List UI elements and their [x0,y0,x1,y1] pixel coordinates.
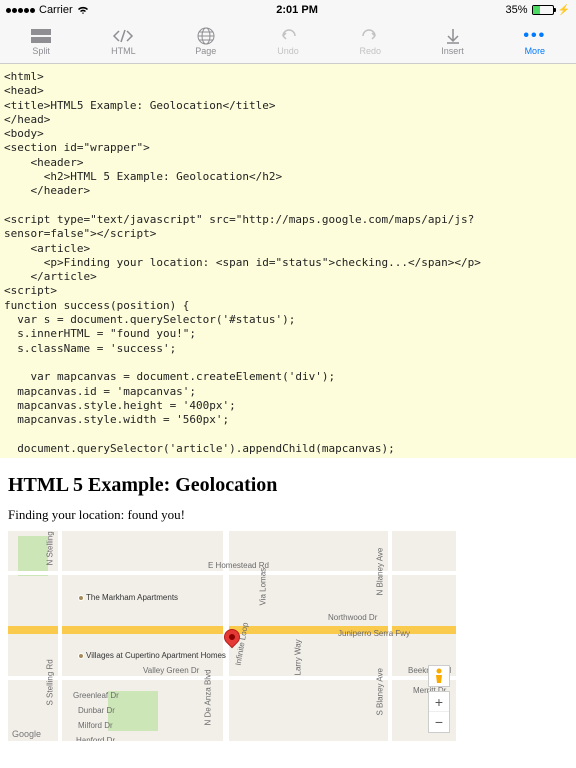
road-label: Juniperro Serra Fwy [338,629,410,638]
wifi-icon [77,6,89,15]
globe-icon [195,27,217,45]
battery-icon [532,5,554,15]
google-logo: Google [12,729,41,739]
road-label: Northwood Dr [328,613,377,622]
more-icon: ••• [524,27,546,45]
redo-button[interactable]: Redo [329,27,411,56]
road-label: N Stelling Rd [46,531,55,566]
map-canvas[interactable]: E Homestead Rd Juniperro Serra Fwy North… [8,531,456,741]
preview-pane: HTML 5 Example: Geolocation Finding your… [0,458,576,749]
status-value: found you! [128,507,185,522]
signal-icon [6,8,35,13]
road-label: S Blaney Ave [376,668,385,715]
code-editor[interactable]: <html> <head> <title>HTML5 Example: Geol… [0,64,576,458]
code-icon [112,27,134,45]
more-button[interactable]: ••• More [494,27,576,56]
split-button[interactable]: Split [0,27,82,56]
toolbar: Split HTML Page Undo Redo Insert ••• Mor… [0,20,576,64]
charging-icon: ⚡ [558,5,570,16]
road-label: Dunbar Dr [78,706,115,715]
battery-percent: 35% [506,4,528,16]
map-pin[interactable] [224,629,240,645]
road-label: Greenleaf Dr [73,691,119,700]
clock: 2:01 PM [276,4,318,16]
undo-button[interactable]: Undo [247,27,329,56]
road-label: Via Lomas [259,568,268,606]
carrier-label: Carrier [39,4,73,16]
html-button[interactable]: HTML [82,27,164,56]
split-icon [30,27,52,45]
road-label: Valley Green Dr [143,666,199,675]
undo-icon [277,27,299,45]
page-button[interactable]: Page [165,27,247,56]
insert-icon [442,27,464,45]
road-label: N Blaney Ave [376,548,385,596]
zoom-controls: + − [428,691,450,733]
redo-icon [359,27,381,45]
status-bar: Carrier 2:01 PM 35% ⚡ [0,0,576,20]
road-label: N De Anza Blvd [204,669,213,725]
road-label: S Stelling Rd [46,659,55,705]
road-label: Hanford Dr [76,736,115,741]
street-view-button[interactable] [428,665,450,687]
poi-markham: The Markham Apartments [78,593,178,602]
road-label: Larry Way [294,639,303,675]
preview-heading: HTML 5 Example: Geolocation [8,474,568,497]
road-label: Milford Dr [78,721,113,730]
zoom-in-button[interactable]: + [429,692,449,712]
poi-villages: Villages at Cupertino Apartment Homes [78,651,226,660]
status-line: Finding your location: found you! [8,507,568,523]
zoom-out-button[interactable]: − [429,712,449,732]
insert-button[interactable]: Insert [411,27,493,56]
